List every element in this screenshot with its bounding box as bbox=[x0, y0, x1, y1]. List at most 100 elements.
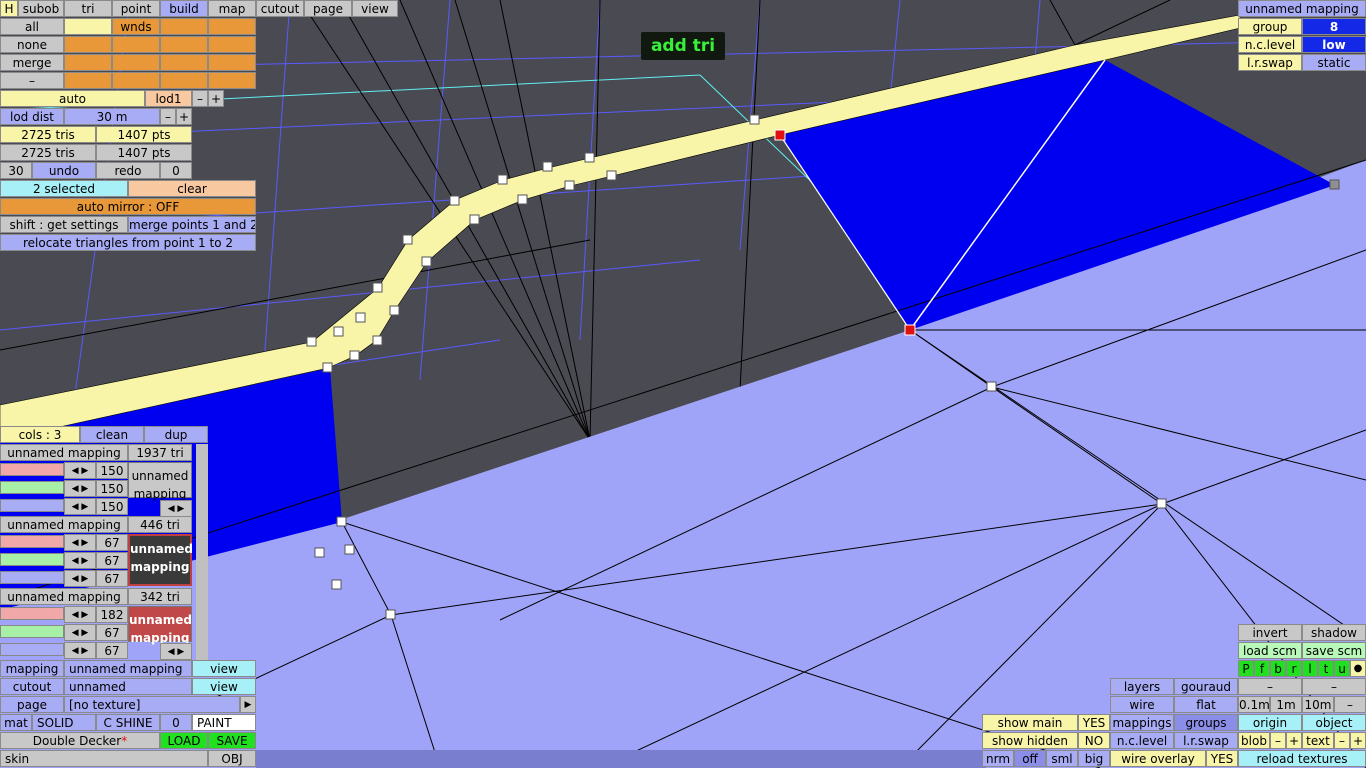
flag-t[interactable]: t bbox=[1318, 660, 1334, 677]
flag-f[interactable]: f bbox=[1254, 660, 1270, 677]
tab-point[interactable]: point bbox=[112, 0, 160, 17]
grid-cell[interactable] bbox=[208, 54, 256, 71]
flag-u[interactable]: u bbox=[1334, 660, 1350, 677]
grid-cell[interactable] bbox=[208, 36, 256, 53]
mapping-title[interactable]: unnamed mapping bbox=[1238, 0, 1366, 17]
reload-textures-button[interactable]: reload textures bbox=[1238, 750, 1366, 767]
step-minus[interactable]: – bbox=[1334, 696, 1366, 713]
cshine-button[interactable]: C SHINE bbox=[96, 714, 160, 731]
blue-slider[interactable] bbox=[0, 643, 64, 656]
tab-cutout[interactable]: cutout bbox=[256, 0, 304, 17]
step-1m[interactable]: 1m bbox=[1270, 696, 1302, 713]
select-all-button[interactable]: all bbox=[0, 18, 64, 35]
flat-button[interactable]: flat bbox=[1174, 696, 1238, 713]
nrm-button[interactable]: nrm bbox=[982, 750, 1014, 767]
show-main-toggle[interactable]: YES bbox=[1078, 714, 1110, 731]
flag-r[interactable]: r bbox=[1286, 660, 1302, 677]
grid-cell[interactable] bbox=[64, 72, 112, 89]
obj-button[interactable]: OBJ bbox=[208, 750, 256, 767]
tab-view[interactable]: view bbox=[352, 0, 398, 17]
groups-button[interactable]: groups bbox=[1174, 714, 1238, 731]
flag-b[interactable]: b bbox=[1270, 660, 1286, 677]
nc-level-value[interactable]: low bbox=[1302, 36, 1366, 53]
mappings-button[interactable]: mappings bbox=[1110, 714, 1174, 731]
lod-plus-button[interactable]: + bbox=[208, 90, 224, 107]
lr-swap-value[interactable]: static bbox=[1302, 54, 1366, 71]
grid-cell[interactable] bbox=[112, 72, 160, 89]
mapping-value[interactable]: unnamed mapping bbox=[64, 660, 192, 677]
blue-slider[interactable] bbox=[0, 499, 64, 512]
grid-cell[interactable] bbox=[160, 36, 208, 53]
merge-points-button[interactable]: merge points 1 and 2 bbox=[128, 216, 256, 233]
lod-dist-minus[interactable]: – bbox=[160, 108, 176, 125]
group-value[interactable]: 8 bbox=[1302, 18, 1366, 35]
load-button[interactable]: LOAD bbox=[160, 732, 208, 749]
tab-build[interactable]: build bbox=[160, 0, 208, 17]
show-hidden-toggle[interactable]: NO bbox=[1078, 732, 1110, 749]
mapping-preview[interactable]: unnamed mapping bbox=[128, 606, 192, 645]
blob-button[interactable]: blob bbox=[1238, 732, 1270, 749]
lod-dist-plus[interactable]: + bbox=[176, 108, 192, 125]
sml-button[interactable]: sml bbox=[1046, 750, 1078, 767]
clean-button[interactable]: clean bbox=[80, 426, 144, 443]
cutout-view-button[interactable]: view bbox=[192, 678, 256, 695]
arrow-buttons[interactable]: ◀ ▶ bbox=[64, 624, 96, 641]
tab-tri[interactable]: tri bbox=[64, 0, 112, 17]
auto-mirror-toggle[interactable]: auto mirror : OFF bbox=[0, 198, 256, 215]
invert-button[interactable]: invert bbox=[1238, 624, 1302, 641]
lr-swap-button[interactable]: l.r.swap bbox=[1174, 732, 1238, 749]
text-plus[interactable]: + bbox=[1350, 732, 1366, 749]
wnds-button[interactable]: wnds bbox=[112, 18, 160, 35]
red-slider[interactable] bbox=[0, 607, 64, 620]
blue-slider[interactable] bbox=[0, 571, 64, 584]
save-button[interactable]: SAVE bbox=[208, 732, 256, 749]
solid-button[interactable]: SOLID bbox=[32, 714, 96, 731]
cutout-value[interactable]: unnamed bbox=[64, 678, 192, 695]
redo-button[interactable]: redo bbox=[96, 162, 160, 179]
lod1-button[interactable]: lod1 bbox=[145, 90, 192, 107]
play-icon[interactable]: ▶ bbox=[240, 696, 256, 713]
grid-cell[interactable] bbox=[64, 54, 112, 71]
dup-button[interactable]: dup bbox=[144, 426, 208, 443]
green-slider[interactable] bbox=[0, 553, 64, 566]
grid-cell[interactable] bbox=[112, 54, 160, 71]
select-none-button[interactable]: none bbox=[0, 36, 64, 53]
selected-vertex-2[interactable] bbox=[904, 324, 916, 336]
green-slider[interactable] bbox=[0, 481, 64, 494]
off-button[interactable]: off bbox=[1014, 750, 1046, 767]
object-button[interactable]: object bbox=[1302, 714, 1366, 731]
grid-cell[interactable] bbox=[64, 18, 112, 35]
text-minus[interactable]: – bbox=[1334, 732, 1350, 749]
step-10m[interactable]: 10m bbox=[1302, 696, 1334, 713]
big-button[interactable]: big bbox=[1078, 750, 1110, 767]
bottom-scrollbar[interactable] bbox=[256, 750, 986, 768]
tab-subob[interactable]: subob bbox=[18, 0, 64, 17]
grid-cell[interactable] bbox=[160, 54, 208, 71]
layers-button[interactable]: layers bbox=[1110, 678, 1174, 695]
arrow-buttons[interactable]: ◀ ▶ bbox=[64, 498, 96, 515]
arrow-buttons[interactable]: ◀ ▶ bbox=[64, 552, 96, 569]
blob-minus[interactable]: – bbox=[1270, 732, 1286, 749]
arrow-buttons[interactable]: ◀ ▶ bbox=[64, 480, 96, 497]
undo-button[interactable]: undo bbox=[32, 162, 96, 179]
arrow-buttons[interactable]: ◀ ▶ bbox=[160, 643, 192, 660]
grid-cell[interactable] bbox=[64, 36, 112, 53]
mapping-view-button[interactable]: view bbox=[192, 660, 256, 677]
save-scm-button[interactable]: save scm bbox=[1302, 642, 1366, 659]
lod-auto-button[interactable]: auto bbox=[0, 90, 145, 107]
grid-cell[interactable] bbox=[208, 18, 256, 35]
arrow-buttons[interactable]: ◀ ▶ bbox=[160, 500, 192, 517]
grid-cell[interactable] bbox=[160, 18, 208, 35]
wire-overlay-toggle[interactable]: YES bbox=[1206, 750, 1238, 767]
origin-button[interactable]: origin bbox=[1238, 714, 1302, 731]
merge-button[interactable]: merge bbox=[0, 54, 64, 71]
arrow-buttons[interactable]: ◀ ▶ bbox=[64, 462, 96, 479]
mat-zero[interactable]: 0 bbox=[160, 714, 192, 731]
dot-icon[interactable]: ● bbox=[1350, 660, 1366, 677]
clear-selection-button[interactable]: clear bbox=[128, 180, 256, 197]
lod-dist-value[interactable]: 30 m bbox=[64, 108, 160, 125]
text-button[interactable]: text bbox=[1302, 732, 1334, 749]
tab-h[interactable]: H bbox=[0, 0, 18, 17]
minus-button[interactable]: – bbox=[0, 72, 64, 89]
gouraud-button[interactable]: gouraud bbox=[1174, 678, 1238, 695]
